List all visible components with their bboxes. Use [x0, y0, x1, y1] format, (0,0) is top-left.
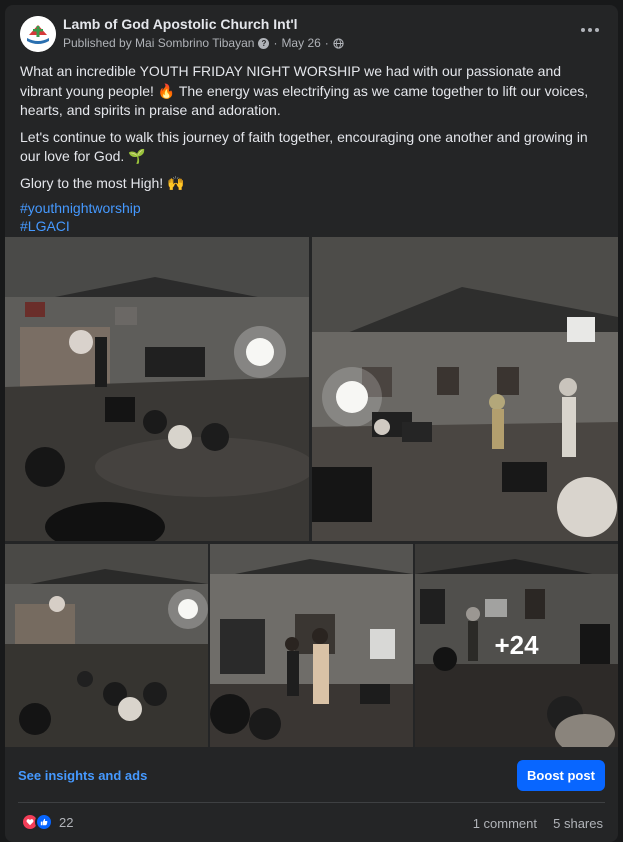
- boost-post-button[interactable]: Boost post: [517, 760, 605, 791]
- page-logo-icon: [20, 16, 56, 52]
- post-date[interactable]: May 26: [281, 36, 320, 50]
- photo-5[interactable]: +24: [415, 544, 618, 747]
- shares-count[interactable]: 5 shares: [553, 816, 603, 831]
- more-photos-count[interactable]: +24: [415, 544, 618, 747]
- post-paragraph-2: Let's continue to walk this journey of f…: [20, 128, 588, 165]
- photo-2[interactable]: [312, 237, 618, 541]
- comments-count[interactable]: 1 comment: [473, 816, 537, 831]
- published-by[interactable]: Published by Mai Sombrino Tibayan: [63, 36, 254, 50]
- post-paragraph-1: What an incredible YOUTH FRIDAY NIGHT WO…: [20, 63, 589, 118]
- more-options-icon[interactable]: [576, 19, 604, 41]
- meta-separator: ·: [273, 36, 278, 50]
- photo-grid: +24: [5, 237, 618, 747]
- question-icon[interactable]: ?: [258, 37, 270, 49]
- post-paragraph-3: Glory to the most High! 🙌: [20, 174, 185, 191]
- reactions-summary[interactable]: 22: [21, 813, 73, 831]
- see-insights-link[interactable]: See insights and ads: [18, 768, 147, 783]
- globe-icon: [333, 37, 344, 49]
- hashtag-link[interactable]: #youthnightworship: [20, 200, 605, 218]
- insights-row: See insights and ads Boost post: [5, 747, 618, 803]
- reaction-count: 22: [59, 814, 74, 830]
- page-avatar[interactable]: [20, 16, 56, 52]
- post-text: What an incredible YOUTH FRIDAY NIGHT WO…: [20, 62, 605, 235]
- photo-3[interactable]: [5, 544, 208, 747]
- photo-4[interactable]: [210, 544, 413, 747]
- post-header: Lamb of God Apostolic Church Int'l Publi…: [5, 5, 618, 61]
- meta-separator-2: ·: [324, 36, 329, 50]
- post-meta: Published by Mai Sombrino Tibayan ? · Ma…: [63, 36, 344, 50]
- page-name[interactable]: Lamb of God Apostolic Church Int'l: [63, 16, 298, 32]
- post-card: Lamb of God Apostolic Church Int'l Publi…: [5, 5, 618, 842]
- post-stats: 22 1 comment 5 shares: [5, 803, 618, 842]
- like-reaction-icon: [35, 813, 53, 831]
- photo-1[interactable]: [5, 237, 309, 541]
- hashtags: #youthnightworship #LGACI: [20, 200, 605, 235]
- hashtag-link[interactable]: #LGACI: [20, 218, 605, 236]
